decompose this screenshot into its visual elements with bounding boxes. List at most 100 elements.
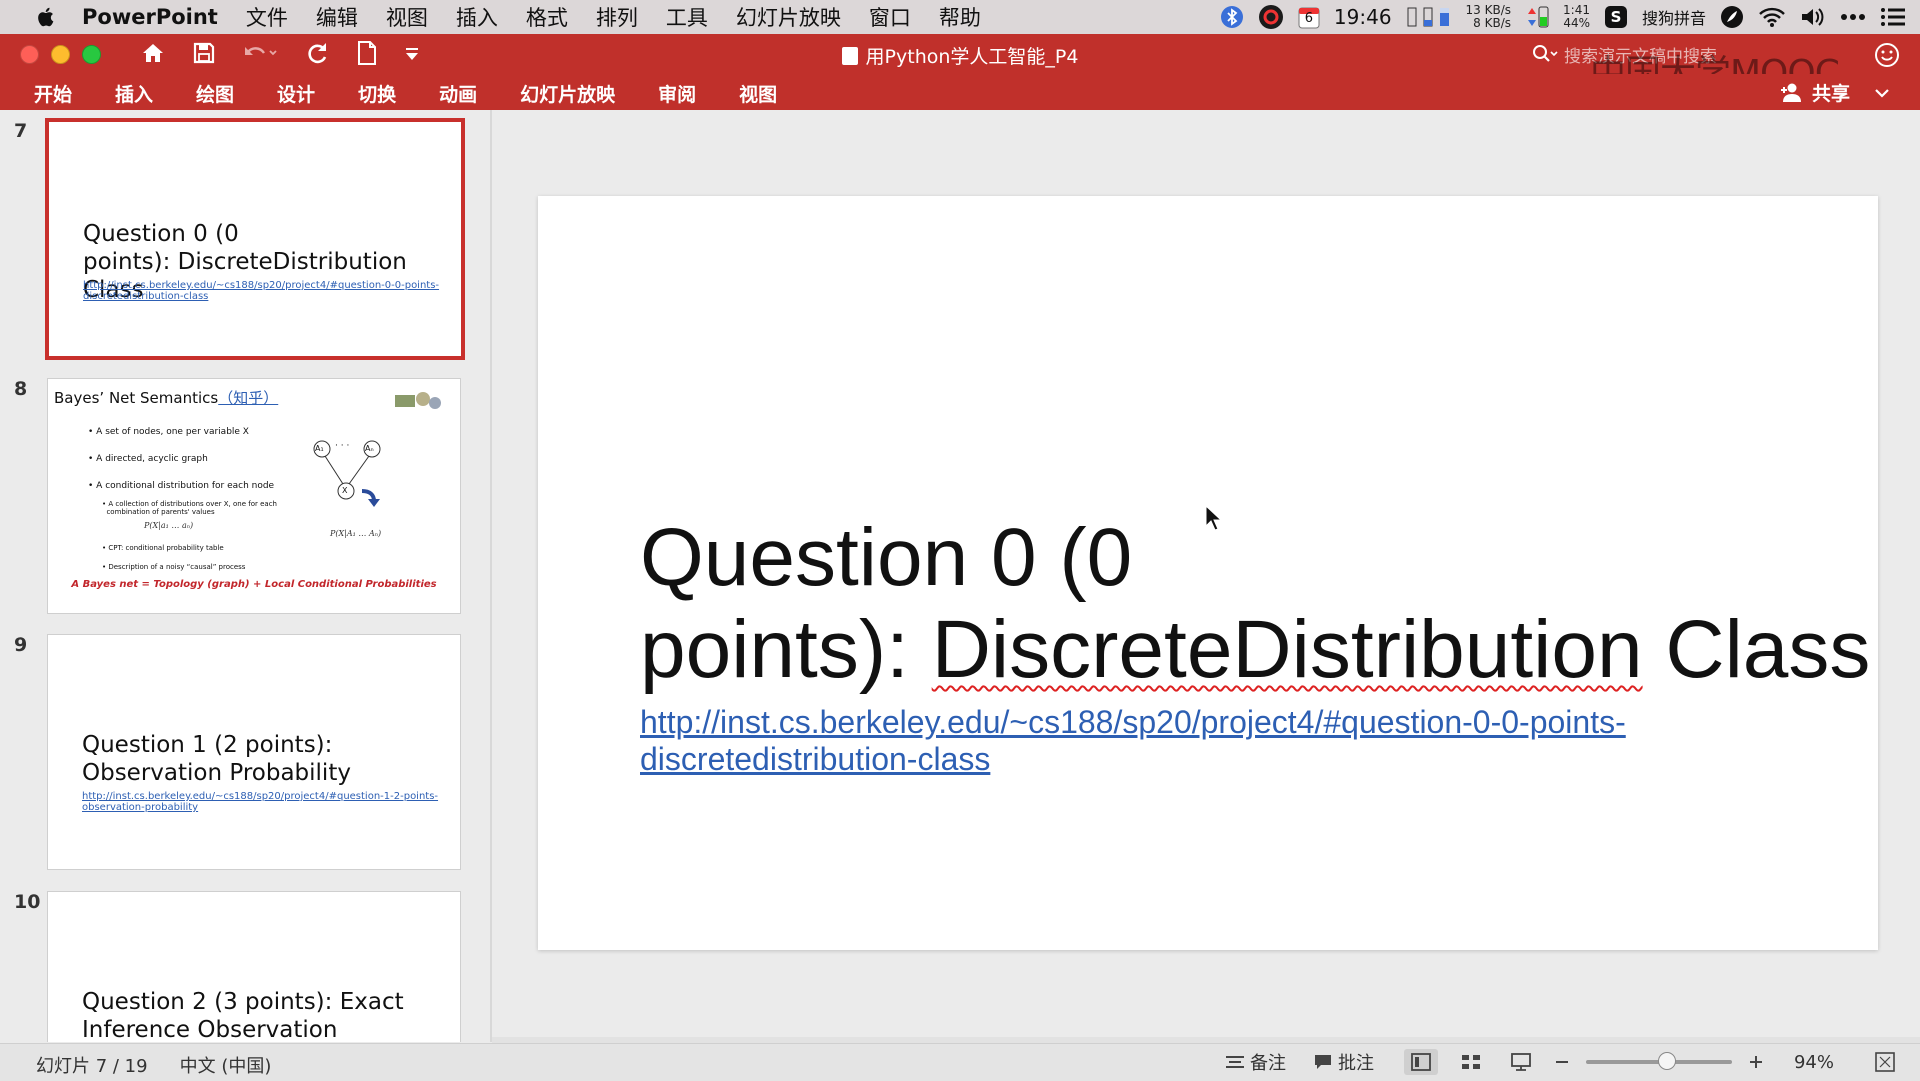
thumbnail-number: 10 (14, 891, 41, 913)
tab-slideshow[interactable]: 幻灯片放映 (520, 80, 615, 107)
node-an-label: Aₙ (365, 444, 374, 453)
thumbnail-title-text: Bayes’ Net Semantics (54, 389, 219, 407)
zoom-slider[interactable] (1585, 1052, 1732, 1070)
node-x-label: X (342, 486, 348, 495)
menu-slideshow[interactable]: 幻灯片放映 (736, 2, 841, 32)
comments-button[interactable]: 批注 (1314, 1049, 1374, 1075)
calendar-icon[interactable]: 6 (1298, 5, 1320, 29)
search-icon (1533, 45, 1558, 62)
mac-menubar: PowerPoint 文件 编辑 视图 插入 格式 排列 工具 幻灯片放映 窗口… (0, 0, 1920, 34)
notes-icon (1225, 1056, 1244, 1068)
battery-percent: 44% (1563, 16, 1590, 30)
chevron-down-icon[interactable] (1874, 87, 1890, 99)
thumbnail-link-line2: discretedistribution-class (83, 291, 209, 302)
menu-file[interactable]: 文件 (246, 2, 288, 32)
slide-title-line2: points): DiscreteDistribution Class (640, 604, 1871, 695)
tab-animations[interactable]: 动画 (439, 80, 477, 107)
slide-counter: 幻灯片 7 / 19 (36, 1056, 148, 1077)
bluetooth-icon[interactable] (1220, 5, 1244, 29)
slide-thumbnails-panel[interactable]: 7 Question 0 (0 points): DiscreteDistrib… (0, 110, 492, 1042)
more-icon[interactable] (1840, 13, 1866, 21)
wifi-icon[interactable] (1758, 6, 1786, 28)
battery-icon[interactable] (1525, 4, 1549, 30)
slide-title[interactable]: Question 0 (0 points): DiscreteDistribut… (640, 512, 1870, 696)
mouse-cursor-icon (1205, 505, 1223, 531)
slide-editor[interactable]: Question 0 (0 points): DiscreteDistribut… (492, 110, 1920, 1042)
thumbnail-sub-bullet: • A collection of distributions over X, … (102, 500, 277, 516)
thumbnail-slide-9[interactable]: Question 1 (2 points): Observation Proba… (47, 634, 461, 870)
aperture-icon[interactable] (1258, 4, 1284, 30)
input-method-label[interactable]: 搜狗拼音 (1642, 5, 1706, 29)
menubar-app-name[interactable]: PowerPoint (82, 5, 218, 29)
menu-help[interactable]: 帮助 (939, 2, 981, 32)
thumbnail-slide-10[interactable]: Question 2 (3 points): Exact Inference O… (47, 891, 461, 1042)
feather-app-icon[interactable] (1720, 5, 1744, 29)
document-title-text: 用Python学人工智能_P4 (865, 46, 1079, 68)
menu-view[interactable]: 视图 (386, 2, 428, 32)
thumbnail-slide-8[interactable]: Bayes’ Net Semantics（知乎） • A set of node… (47, 378, 461, 614)
thumbnail-title-line1: Question 0 (0 (83, 221, 239, 247)
tab-insert[interactable]: 插入 (115, 80, 153, 107)
thumbnail-title: Bayes’ Net Semantics（知乎） (54, 387, 278, 408)
share-button[interactable]: 共享 (1780, 79, 1890, 106)
menu-arrange[interactable]: 排列 (596, 2, 638, 32)
battery-status: 1:41 44% (1563, 4, 1590, 30)
net-down-speed: 8 KB/s (1473, 16, 1512, 30)
tab-view[interactable]: 视图 (739, 80, 777, 107)
thumbnail-link-line1: http://inst.cs.berkeley.edu/~cs188/sp20/… (83, 280, 440, 291)
normal-view-button[interactable] (1403, 1049, 1438, 1075)
add-person-icon (1780, 83, 1801, 102)
menubar-status-area: 6 19:46 13 KB/s 8 KB/s 1:41 44% S 搜狗拼音 (1220, 0, 1906, 34)
menu-tools[interactable]: 工具 (666, 2, 708, 32)
reading-view-button[interactable] (1504, 1049, 1538, 1075)
thumbnail-number: 7 (14, 120, 28, 142)
svg-text:S: S (1611, 8, 1622, 26)
notification-center-icon[interactable] (1880, 6, 1906, 28)
menu-window[interactable]: 窗口 (869, 2, 911, 32)
tab-review[interactable]: 审阅 (658, 80, 696, 107)
tab-transitions[interactable]: 切换 (358, 80, 396, 107)
pacman-doodle-icon (395, 392, 441, 409)
zoom-out-icon[interactable] (1554, 1054, 1570, 1070)
ribbon-tabs: 开始 插入 绘图 设计 切换 动画 幻灯片放映 审阅 视图 (34, 80, 820, 107)
zoom-in-icon[interactable] (1748, 1054, 1764, 1070)
menu-insert[interactable]: 插入 (456, 2, 498, 32)
tab-draw[interactable]: 绘图 (196, 80, 234, 107)
thumbnail-bullet: • A conditional distribution for each no… (88, 481, 275, 491)
thumbnail-slide-7[interactable]: Question 0 (0 points): DiscreteDistribut… (45, 118, 465, 360)
language-indicator[interactable]: 中文 (中国) (180, 1052, 272, 1078)
zoom-slider-thumb[interactable] (1658, 1052, 1677, 1070)
slide-link-line1: http://inst.cs.berkeley.edu/~cs188/sp20/… (640, 704, 1626, 740)
network-speed: 13 KB/s 8 KB/s (1466, 4, 1511, 30)
tab-home[interactable]: 开始 (34, 80, 72, 107)
cpu-meter-icon (1406, 5, 1452, 29)
slide-link-line2: discretedistribution-class (640, 741, 991, 777)
menu-format[interactable]: 格式 (526, 2, 568, 32)
fit-to-window-icon[interactable] (1874, 1051, 1896, 1073)
feedback-smiley-icon[interactable] (1874, 42, 1900, 68)
sogou-icon[interactable]: S (1604, 5, 1628, 29)
tab-design[interactable]: 设计 (277, 80, 315, 107)
thumbnail-link-line2: observation-probability (82, 802, 199, 813)
slide-sorter-button[interactable] (1454, 1049, 1488, 1075)
zoom-percentage[interactable]: 94% (1794, 1052, 1834, 1073)
volume-icon[interactable] (1800, 6, 1826, 28)
comment-icon (1314, 1055, 1331, 1069)
thumbnail-title-link: （知乎） (218, 389, 279, 407)
grid-view-icon (1461, 1055, 1480, 1069)
menu-edit[interactable]: 编辑 (316, 2, 358, 32)
window-titlebar: 用Python学人工智能_P4 搜索演示文稿中搜索 中国大学MOOC (0, 34, 1920, 94)
current-slide[interactable]: Question 0 (0 points): DiscreteDistribut… (538, 196, 1878, 950)
status-bar: 幻灯片 7 / 19 中文 (中国) 备注 批注 94% (0, 1043, 1920, 1081)
share-label: 共享 (1811, 83, 1850, 105)
menubar-clock[interactable]: 19:46 (1334, 5, 1392, 29)
notes-label: 备注 (1249, 1053, 1286, 1074)
nodes-ellipsis: · · · (335, 441, 350, 451)
apple-icon[interactable] (30, 6, 60, 28)
ppt-file-icon (841, 47, 858, 65)
ribbon-tabs-bar: 开始 插入 绘图 设计 切换 动画 幻灯片放映 审阅 视图 共享 (0, 74, 1920, 110)
notes-button[interactable]: 备注 (1225, 1049, 1286, 1075)
thumbnail-title-line1: Question 1 (2 points): (82, 732, 333, 758)
node-a1-label: A₁ (315, 444, 324, 453)
slide-hyperlink[interactable]: http://inst.cs.berkeley.edu/~cs188/sp20/… (640, 704, 1626, 778)
